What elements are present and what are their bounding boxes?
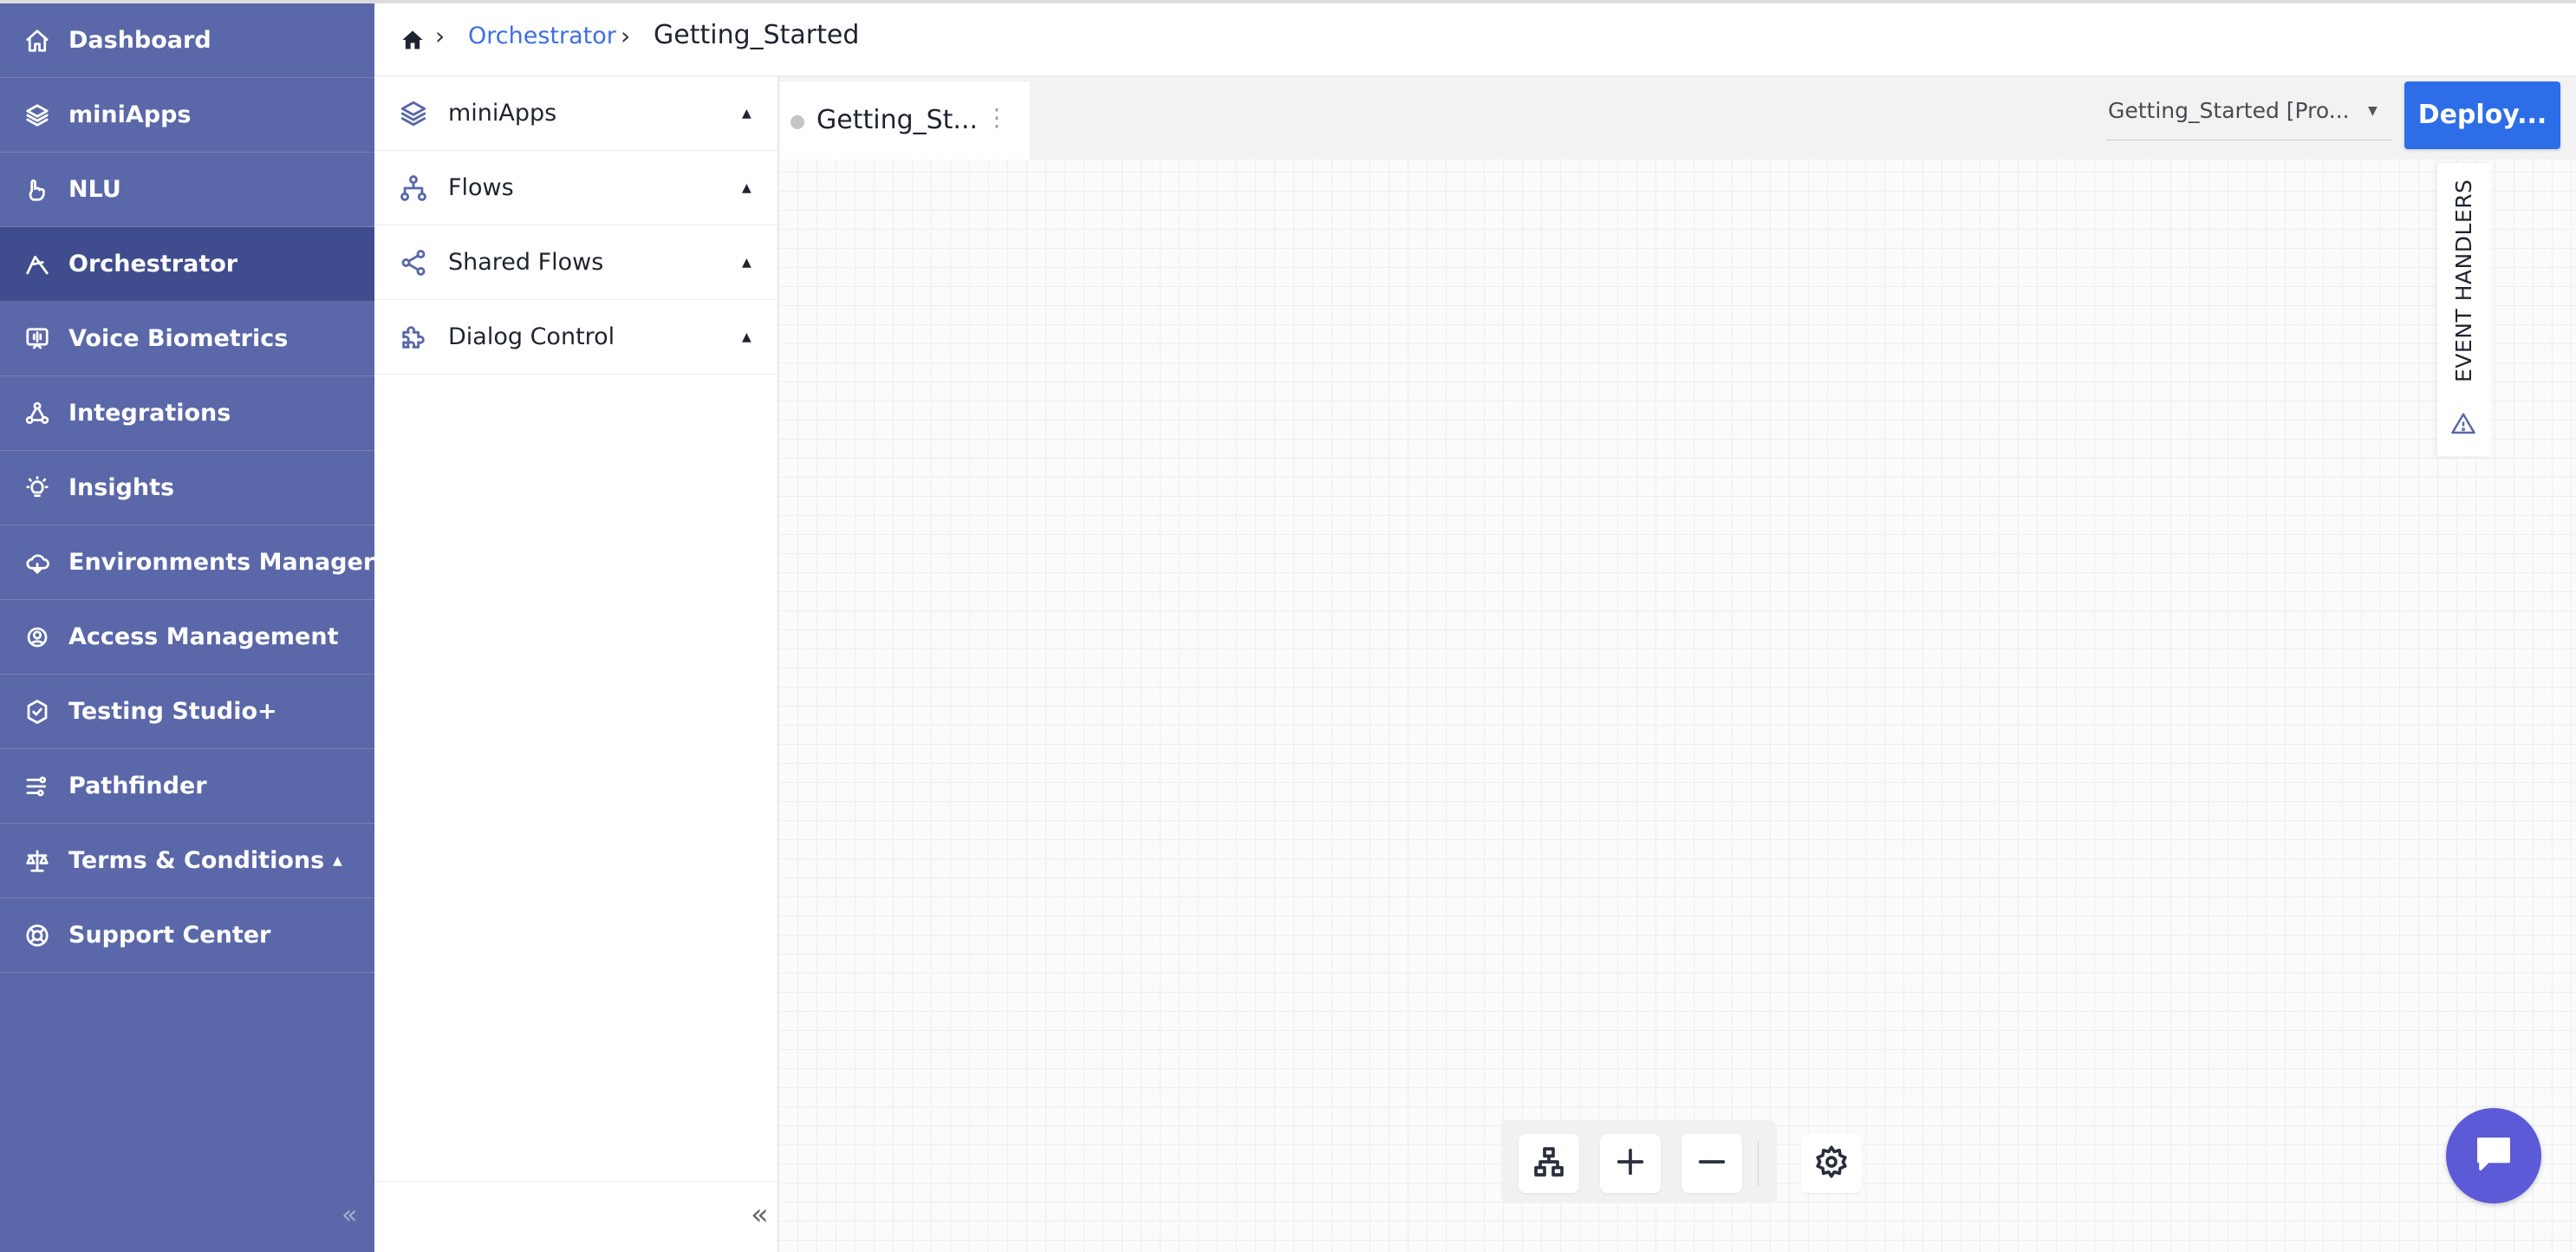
deploy-button[interactable]: Deploy... (2404, 82, 2560, 149)
share-icon (399, 248, 428, 277)
sidebar-item-label: Pathfinder (68, 773, 207, 799)
environment-select[interactable]: Getting_Started [Pro... ▼ (2106, 88, 2392, 140)
top-border (0, 0, 2576, 3)
sidebar-item-label: Insights (68, 474, 175, 501)
layers-icon (399, 99, 428, 128)
canvas-settings-button[interactable] (1801, 1134, 1862, 1193)
chevron-up-icon: ▲ (742, 330, 751, 344)
breadcrumb-link-orchestrator[interactable]: Orchestrator (468, 19, 616, 54)
tab-bar: Getting_St... ⋮ Getting_Started [Pro... … (778, 76, 2576, 160)
canvas-toolbar (1501, 1120, 1777, 1203)
sidebar-item-integrations[interactable]: Integrations (0, 376, 374, 451)
panel-footer: « (374, 1181, 778, 1252)
home-icon (24, 28, 50, 54)
sidebar-item-voice-biometrics[interactable]: Voice Biometrics (0, 302, 374, 376)
zoom-out-button[interactable] (1682, 1134, 1742, 1193)
sidebar-item-label: Dashboard (68, 27, 211, 54)
panel-item-shared-flows[interactable]: Shared Flows ▲ (374, 225, 778, 300)
puzzle-icon (399, 323, 428, 352)
more-vertical-icon[interactable]: ⋮ (985, 82, 1009, 154)
lightbulb-icon (24, 475, 50, 501)
scale-icon (24, 848, 50, 874)
voice-biometrics-icon (24, 326, 50, 352)
sidebar-item-orchestrator[interactable]: Orchestrator (0, 227, 374, 302)
sidebar-collapse-button[interactable]: « (342, 1198, 357, 1233)
environment-value: Getting_Started [Pro... (2108, 98, 2350, 123)
sidebar-item-label: Terms & Conditions (68, 847, 325, 874)
flow-canvas[interactable]: Getting_St... ⋮ Getting_Started [Pro... … (778, 76, 2576, 1252)
sidebar-item-label: Access Management (68, 623, 339, 650)
orchestrator-panel: miniApps ▲ Flows ▲ Shared Flows ▲ Dialog… (374, 76, 778, 1252)
nlu-icon (24, 177, 50, 203)
lifebuoy-icon (24, 923, 50, 949)
sidebar-item-insights[interactable]: Insights (0, 451, 374, 525)
chevron-right-icon: › (621, 22, 631, 50)
pathfinder-icon (24, 773, 50, 799)
warning-icon (2450, 411, 2476, 437)
panel-item-flows[interactable]: Flows ▲ (374, 151, 778, 225)
chevron-up-icon: ▲ (333, 854, 342, 868)
chevron-up-icon: ▲ (742, 181, 751, 195)
hierarchy-icon (1532, 1144, 1566, 1183)
integrations-icon (24, 401, 50, 427)
cloud-icon (24, 550, 50, 576)
panel-item-label: Dialog Control (448, 323, 615, 350)
event-handlers-label: EVENT HANDLERS (2451, 179, 2476, 383)
panel-item-dialog-control[interactable]: Dialog Control ▲ (374, 300, 778, 375)
layers-icon (24, 102, 50, 128)
access-gear-icon (24, 624, 50, 650)
chevron-up-icon: ▲ (742, 256, 751, 270)
home-icon[interactable] (400, 28, 425, 52)
sidebar-item-dashboard[interactable]: Dashboard (0, 3, 374, 78)
sidebar-item-label: Voice Biometrics (68, 325, 289, 352)
panel-collapse-button[interactable]: « (751, 1197, 769, 1232)
breadcrumb: › Orchestrator › Getting_Started (374, 3, 2576, 76)
sidebar-item-label: Environments Manager (68, 549, 375, 576)
chevron-up-icon: ▲ (742, 107, 751, 121)
chat-button[interactable] (2446, 1108, 2541, 1203)
zoom-in-icon (1613, 1144, 1648, 1183)
testing-icon (24, 699, 50, 725)
sidebar-item-pathfinder[interactable]: Pathfinder (0, 749, 374, 824)
settings-icon (1814, 1144, 1849, 1183)
panel-item-label: Shared Flows (448, 249, 604, 276)
panel-item-miniapps[interactable]: miniApps ▲ (374, 76, 778, 151)
chevron-right-icon: › (435, 22, 446, 50)
tab-status-dot (790, 115, 804, 129)
sidebar-item-label: Integrations (68, 400, 231, 427)
toolbar-divider (1758, 1141, 1759, 1186)
sidebar-item-miniapps[interactable]: miniApps (0, 78, 374, 153)
sidebar-item-access-management[interactable]: Access Management (0, 600, 374, 675)
sidebar-item-nlu[interactable]: NLU (0, 153, 374, 227)
chat-bubble-icon (2471, 1131, 2516, 1180)
sidebar-item-testing-studio[interactable]: Testing Studio+ (0, 675, 374, 749)
sidebar-item-terms-conditions[interactable]: Terms & Conditions ▲ (0, 824, 374, 898)
page-title: Getting_Started (654, 20, 860, 50)
sidebar-item-label: miniApps (68, 101, 192, 128)
zoom-in-button[interactable] (1600, 1134, 1661, 1193)
main-sidebar: Dashboard miniApps NLU Orchestrator Voic… (0, 0, 374, 1252)
flows-icon (399, 173, 428, 203)
tab-label: Getting_St... (816, 105, 979, 135)
event-handlers-tab[interactable]: EVENT HANDLERS (2437, 163, 2491, 456)
sidebar-item-label: Orchestrator (68, 251, 238, 277)
sidebar-item-label: Testing Studio+ (68, 698, 277, 725)
panel-item-label: miniApps (448, 100, 557, 127)
sidebar-item-label: Support Center (68, 922, 271, 949)
panel-item-label: Flows (448, 174, 514, 201)
sidebar-item-label: NLU (68, 176, 121, 203)
tab-getting-started[interactable]: Getting_St... ⋮ (780, 82, 1030, 160)
zoom-out-icon (1695, 1144, 1729, 1183)
sidebar-item-support-center[interactable]: Support Center (0, 898, 374, 973)
auto-layout-button[interactable] (1519, 1134, 1579, 1193)
sidebar-item-environments-manager[interactable]: Environments Manager (0, 525, 374, 600)
chevron-down-icon: ▼ (2368, 104, 2378, 118)
orchestrator-icon (24, 251, 50, 277)
